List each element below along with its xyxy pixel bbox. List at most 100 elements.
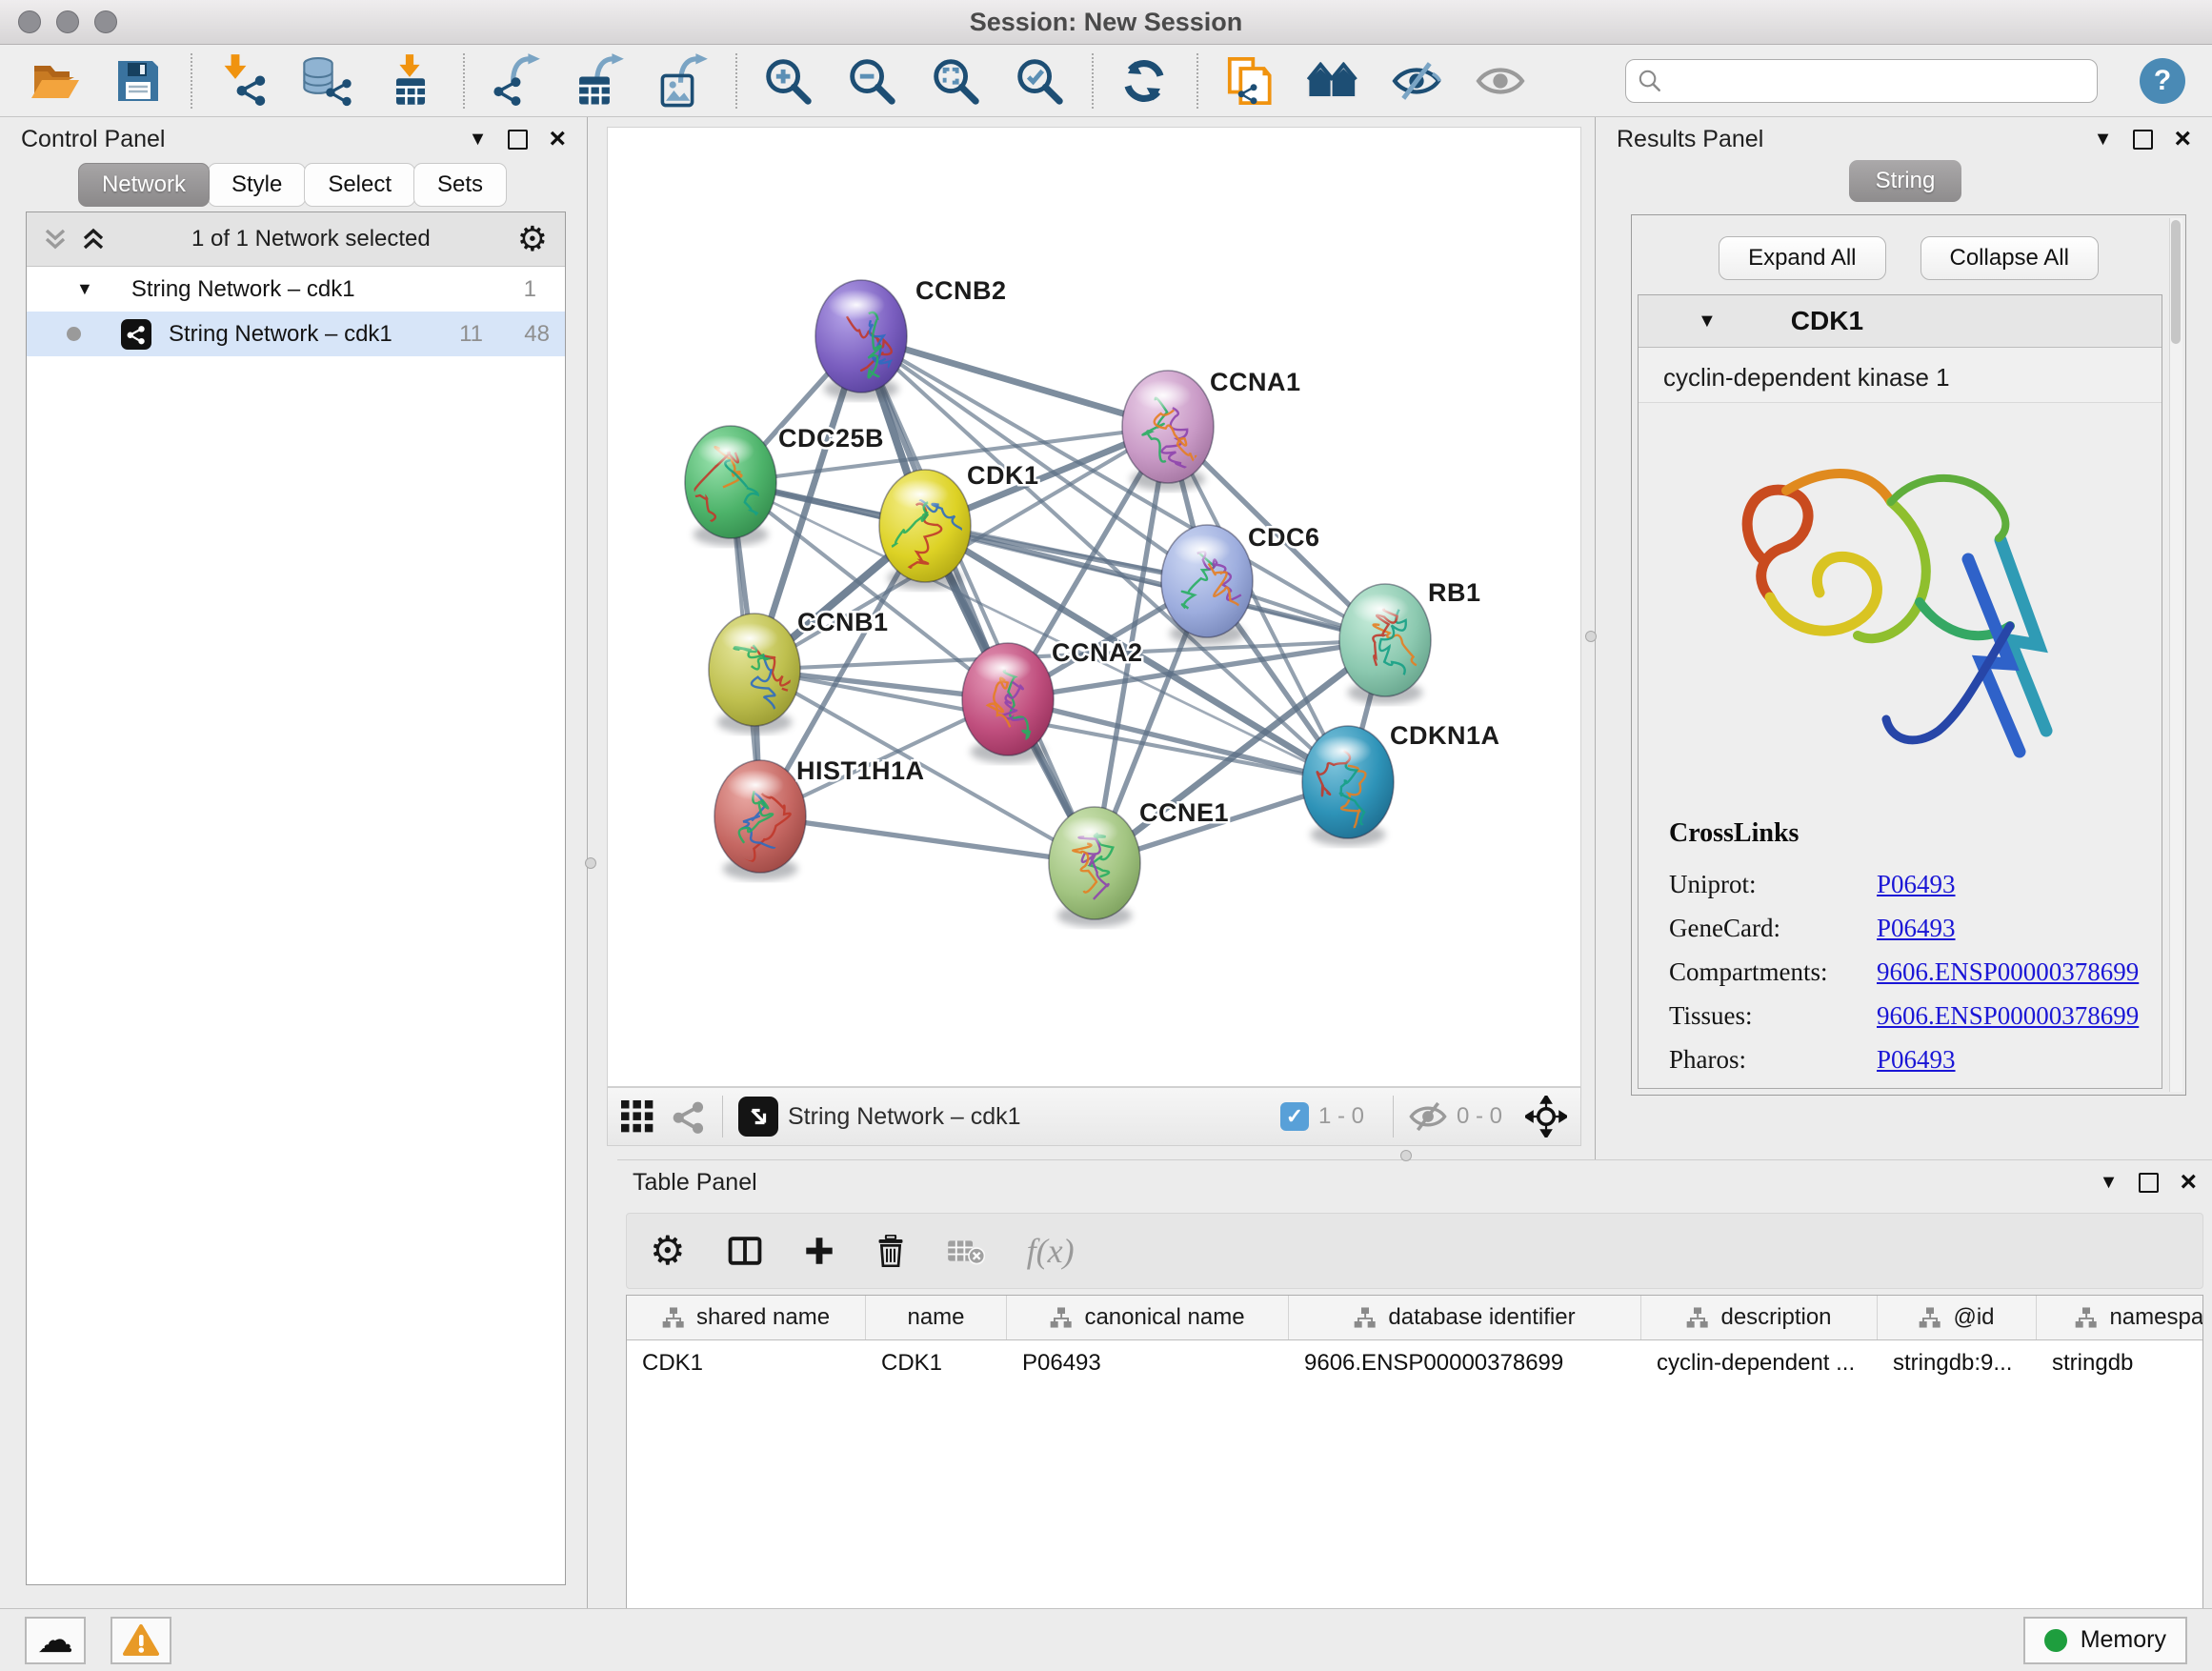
help-button[interactable]: ? [2140, 58, 2185, 104]
network-collection-row[interactable]: ▼ String Network – cdk1 1 [27, 267, 565, 312]
column-header-name[interactable]: name [866, 1296, 1007, 1339]
node-CDC25B[interactable]: CDC25B [685, 424, 884, 546]
crosslink-link[interactable]: P06493 [1877, 870, 1956, 899]
left-splitter-handle[interactable] [585, 857, 596, 869]
table-settings-gear-icon[interactable]: ⚙ [650, 1231, 686, 1271]
hide-selected-button[interactable] [1389, 53, 1444, 109]
table-cell[interactable]: stringdb [2037, 1340, 2203, 1386]
annotation-share-icon[interactable] [671, 1098, 707, 1135]
crosslink-link[interactable]: 9606.ENSP00000378699 [1877, 957, 2139, 987]
delete-column-trash-icon[interactable] [876, 1235, 905, 1267]
show-all-button[interactable] [1473, 53, 1528, 109]
float-panel-icon[interactable]: ▼ [469, 130, 488, 149]
selected-checkbox-icon[interactable]: ✓ [1280, 1102, 1309, 1131]
node-RB1[interactable]: RB1 [1339, 578, 1481, 704]
warnings-button[interactable] [111, 1617, 171, 1664]
right-splitter-handle[interactable] [1585, 631, 1597, 642]
table-cell[interactable]: CDK1 [627, 1340, 866, 1386]
add-column-plus-icon[interactable] [804, 1236, 835, 1266]
expand-all-chevrons-icon[interactable] [44, 228, 67, 251]
node-CCNB1[interactable]: CCNB1 [709, 608, 889, 734]
network-graph[interactable]: CCNB2CCNA1CDC25BCDK1CDC6RB1CCNB1CCNA2CDK… [608, 128, 1580, 1086]
tab-style[interactable]: Style [208, 163, 306, 207]
zoom-out-button[interactable] [844, 53, 899, 109]
network-tree-header: 1 of 1 Network selected ⚙ [27, 212, 565, 267]
function-builder-icon[interactable]: f(x) [1027, 1231, 1075, 1271]
tab-sets[interactable]: Sets [413, 163, 507, 207]
close-panel-icon[interactable]: × [549, 125, 566, 153]
table-cell[interactable]: P06493 [1007, 1340, 1289, 1386]
column-header-namespace[interactable]: namespace [2037, 1296, 2203, 1339]
tab-select[interactable]: Select [304, 163, 415, 207]
node-CDKN1A[interactable]: CDKN1A [1302, 721, 1500, 846]
node-HIST1H1A[interactable]: HIST1H1A [714, 756, 925, 880]
network-canvas[interactable]: CCNB2CCNA1CDC25BCDK1CDC6RB1CCNB1CCNA2CDK… [607, 127, 1581, 1087]
memory-button[interactable]: Memory [2023, 1617, 2187, 1664]
column-header-canonical-name[interactable]: canonical name [1007, 1296, 1289, 1339]
open-session-button[interactable] [27, 53, 82, 109]
export-image-button[interactable] [655, 53, 711, 109]
show-columns-icon[interactable] [728, 1236, 762, 1266]
results-scrollbar-thumb[interactable] [2171, 220, 2181, 344]
close-panel-icon[interactable]: × [2174, 125, 2191, 153]
column-header-shared-name[interactable]: shared name [627, 1296, 866, 1339]
gear-icon[interactable]: ⚙ [517, 222, 548, 256]
table-cell[interactable]: stringdb:9... [1878, 1340, 2037, 1386]
import-network-from-database-button[interactable] [299, 53, 354, 109]
zoom-selected-button[interactable] [1012, 53, 1067, 109]
collapse-triangle-icon[interactable]: ▼ [1698, 311, 1717, 332]
expand-all-button[interactable]: Expand All [1719, 236, 1885, 280]
refresh-layout-button[interactable] [1116, 53, 1172, 109]
column-header-database-identifier[interactable]: database identifier [1289, 1296, 1641, 1339]
crosslink-link[interactable]: P06493 [1877, 1045, 1956, 1075]
save-session-button[interactable] [111, 53, 166, 109]
diagonal-arrow-icon [746, 1104, 771, 1129]
import-table-button[interactable] [383, 53, 438, 109]
column-header-description[interactable]: description [1641, 1296, 1878, 1339]
column-header--id[interactable]: @id [1878, 1296, 2037, 1339]
gene-section-header[interactable]: ▼ CDK1 [1639, 295, 2162, 348]
network-row-selected[interactable]: String Network – cdk1 11 48 [27, 312, 565, 356]
import-network-button[interactable] [215, 53, 271, 109]
node-label-CCNB2: CCNB2 [915, 276, 1007, 305]
collection-expand-triangle-icon[interactable]: ▼ [76, 279, 93, 299]
horizontal-splitter-handle[interactable] [1400, 1150, 1412, 1161]
edge-CCNB2-CCNA1[interactable] [861, 336, 1168, 427]
table-cell[interactable]: CDK1 [866, 1340, 1007, 1386]
maximize-panel-icon[interactable] [508, 130, 528, 150]
table-row[interactable]: CDK1CDK1P064939606.ENSP00000378699cyclin… [627, 1340, 2202, 1386]
pan-crosshair-icon[interactable] [1525, 1096, 1567, 1137]
node-CCNE1[interactable]: CCNE1 [1049, 798, 1229, 927]
results-scrollbar[interactable] [2169, 218, 2182, 1092]
collapse-all-button[interactable]: Collapse All [1920, 236, 2099, 280]
crosslink-label: Uniprot: [1669, 870, 1877, 899]
grid-mode-icon[interactable] [621, 1100, 654, 1133]
crosslink-link[interactable]: 9606.ENSP00000378699 [1877, 1001, 2139, 1031]
cloud-status-button[interactable]: ☁ [25, 1617, 86, 1664]
first-neighbors-button[interactable] [1305, 53, 1360, 109]
birds-eye-view-button[interactable] [738, 1097, 778, 1137]
maximize-panel-icon[interactable] [2133, 130, 2153, 150]
node-label-CDC6: CDC6 [1248, 523, 1320, 552]
export-table-button[interactable] [572, 53, 627, 109]
close-panel-icon[interactable]: × [2180, 1168, 2197, 1197]
tab-network[interactable]: Network [78, 163, 210, 207]
table-cell[interactable]: 9606.ENSP00000378699 [1289, 1340, 1641, 1386]
maximize-panel-icon[interactable] [2139, 1173, 2159, 1193]
float-panel-icon[interactable]: ▼ [2094, 130, 2113, 149]
tab-string[interactable]: String [1849, 160, 1961, 202]
edge-HIST1H1A-CCNE1[interactable] [760, 816, 1095, 863]
node-label-HIST1H1A: HIST1H1A [796, 756, 925, 785]
duplicate-network-button[interactable] [1221, 53, 1277, 109]
zoom-in-button[interactable] [760, 53, 815, 109]
search-input[interactable] [1672, 67, 2085, 95]
zoom-fit-button[interactable] [928, 53, 983, 109]
crosslink-link[interactable]: P06493 [1877, 914, 1956, 943]
delete-table-icon[interactable] [947, 1237, 985, 1265]
search-box[interactable] [1625, 59, 2098, 103]
table-cell[interactable]: cyclin-dependent ... [1641, 1340, 1878, 1386]
hidden-eye-slash-icon[interactable] [1409, 1101, 1447, 1132]
float-panel-icon[interactable]: ▼ [2100, 1173, 2119, 1192]
collapse-all-chevrons-icon[interactable] [82, 228, 105, 251]
export-network-button[interactable] [488, 53, 543, 109]
